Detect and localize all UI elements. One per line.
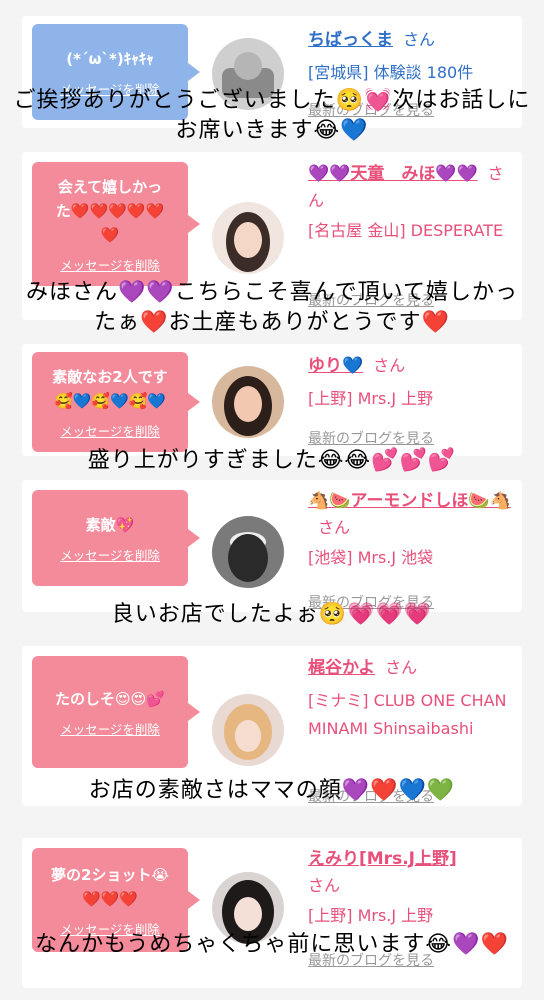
avatar[interactable] bbox=[212, 202, 284, 274]
message-card: 素敵💖 メッセージを削除 🐴🍉アーモンドしほ🍉🐴 さん [池袋] Mrs.J 池袋… bbox=[22, 480, 522, 612]
overlay-caption: ご挨拶ありがとうございました🥺💓次はお話しにお席いきます😂💙 bbox=[13, 88, 531, 143]
message-text: 素敵なお2人です🥰💙🥰💙🥰💙 bbox=[52, 367, 168, 410]
shop-label: [上野] Mrs.J 上野 bbox=[308, 389, 434, 408]
shop-label: [池袋] Mrs.J 池袋 bbox=[308, 548, 434, 567]
delete-message-link[interactable]: メッセージを削除 bbox=[60, 421, 160, 440]
user-name-link[interactable]: 梶谷かよ bbox=[308, 658, 375, 678]
honorific: さん bbox=[403, 30, 436, 49]
honorific: さん bbox=[373, 356, 406, 375]
message-text: 会えて嬉しかった❤️❤️❤️❤️❤️❤️ bbox=[55, 177, 165, 244]
message-text: (*´ω`*)ｷｬｷｬ bbox=[66, 49, 154, 68]
user-name-link[interactable]: 💜💜天童 みほ💜💜 bbox=[308, 164, 478, 184]
user-info: えみり[Mrs.J上野] さん [上野] Mrs.J 上野 bbox=[308, 846, 513, 930]
user-info: 梶谷かよ さん [ミナミ] CLUB ONE CHAN MINAMI Shinsa… bbox=[308, 654, 513, 743]
message-bubble: 素敵なお2人です🥰💙🥰💙🥰💙 メッセージを削除 bbox=[32, 352, 200, 452]
avatar[interactable] bbox=[212, 366, 284, 438]
shop-label: [上野] Mrs.J 上野 bbox=[308, 906, 434, 925]
message-card: 素敵なお2人です🥰💙🥰💙🥰💙 メッセージを削除 ゆり💙 さん [上野] Mrs.J… bbox=[22, 344, 522, 456]
overlay-caption: お店の素敵さはママの顔💜❤️💙💚 bbox=[88, 778, 456, 803]
user-info: 🐴🍉アーモンドしほ🍉🐴 さん [池袋] Mrs.J 池袋 bbox=[308, 488, 513, 572]
overlay-caption: 良いお店でしたよぉ🥺💗💗💗 bbox=[111, 602, 433, 627]
user-info: ゆり💙 さん [上野] Mrs.J 上野 bbox=[308, 352, 513, 413]
overlay-caption: みほさん💜💜こちらこそ喜んで頂いて嬉しかったぁ❤️お土産もありがとうです❤️ bbox=[25, 280, 519, 335]
honorific: さん bbox=[385, 658, 418, 677]
honorific: さん bbox=[308, 876, 341, 895]
avatar[interactable] bbox=[212, 694, 284, 766]
message-text: 素敵💖 bbox=[85, 515, 135, 534]
user-info: ちばっくま さん [宮城県] 体験談 180件 bbox=[308, 26, 513, 87]
delete-message-link[interactable]: メッセージを削除 bbox=[60, 719, 160, 738]
message-bubble: たのしそ😍😍💕 メッセージを削除 bbox=[32, 656, 200, 768]
shop-label: [宮城県] 体験談 180件 bbox=[308, 63, 474, 82]
user-name-link[interactable]: 🐴🍉アーモンドしほ🍉🐴 bbox=[308, 491, 511, 511]
avatar[interactable] bbox=[212, 516, 284, 588]
overlay-caption: 盛り上がりすぎました😂😂💕💕💕 bbox=[87, 448, 457, 473]
message-text: 夢の2ショット😭❤️❤️❤️ bbox=[51, 865, 169, 908]
blog-link[interactable]: 最新のブログを見る bbox=[308, 428, 434, 448]
message-bubble: 素敵💖 メッセージを削除 bbox=[32, 490, 200, 586]
message-card: 夢の2ショット😭❤️❤️❤️ メッセージを削除 えみり[Mrs.J上野] さん [… bbox=[22, 838, 522, 988]
user-name-link[interactable]: ゆり💙 bbox=[308, 356, 363, 376]
delete-message-link[interactable]: メッセージを削除 bbox=[60, 545, 160, 564]
user-name-link[interactable]: えみり[Mrs.J上野] bbox=[308, 849, 457, 869]
message-text: たのしそ😍😍💕 bbox=[55, 689, 165, 708]
user-info: 💜💜天童 みほ💜💜 さん [名古屋 金山] DESPERATE bbox=[308, 160, 513, 245]
delete-message-link[interactable]: メッセージを削除 bbox=[60, 255, 160, 274]
message-bubble: 会えて嬉しかった❤️❤️❤️❤️❤️❤️ メッセージを削除 bbox=[32, 162, 200, 286]
overlay-caption: なんかもうめちゃくちゃ前に思います😂💜❤️ bbox=[35, 932, 509, 957]
shop-label: [名古屋 金山] DESPERATE bbox=[308, 221, 504, 240]
user-name-link[interactable]: ちばっくま bbox=[308, 30, 393, 50]
shop-label: [ミナミ] CLUB ONE CHAN MINAMI Shinsaibashi bbox=[308, 691, 507, 738]
honorific: さん bbox=[318, 518, 351, 537]
